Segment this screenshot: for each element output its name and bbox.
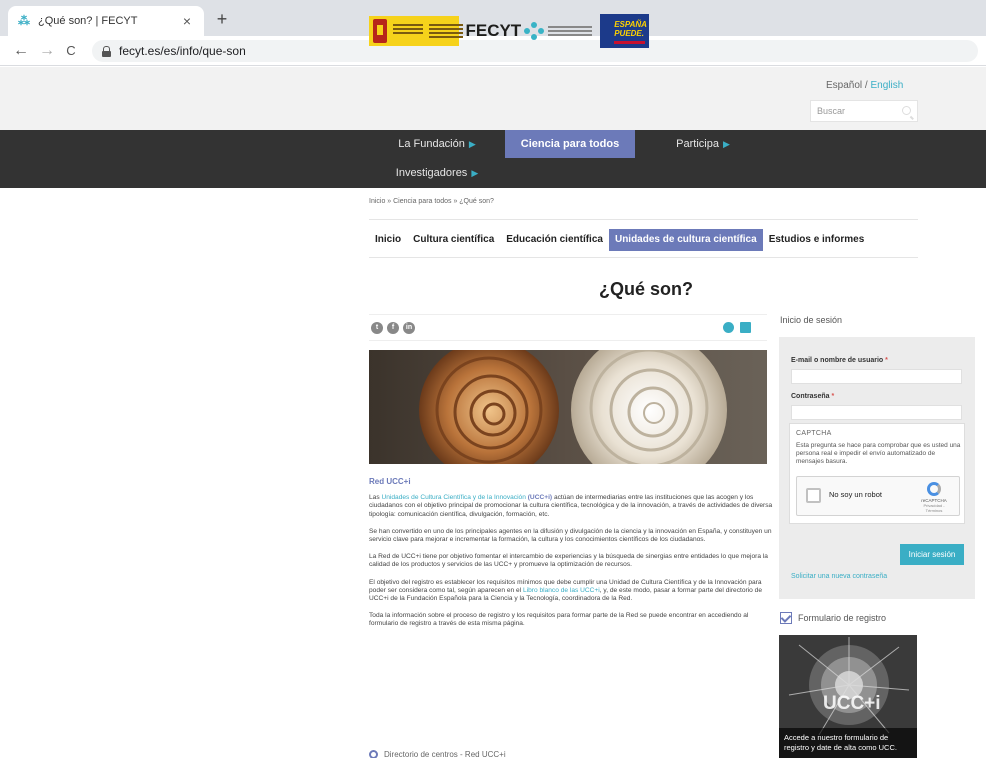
captcha-legend: CAPTCHA	[796, 430, 832, 437]
recaptcha-label: No soy un robot	[829, 490, 882, 499]
language-switcher: Español / English	[826, 80, 904, 91]
lock-icon	[102, 45, 111, 57]
username-field[interactable]	[791, 369, 962, 384]
espana-puede-logo: ESPAÑA PUEDE.	[600, 14, 649, 48]
new-tab-button[interactable]: +	[212, 10, 232, 28]
login-form: E-mail o nombre de usuario * Contraseña …	[779, 337, 975, 599]
close-tab-icon[interactable]: ×	[180, 13, 194, 29]
print-icon[interactable]	[740, 322, 751, 333]
fecyt-dots-icon	[524, 19, 545, 43]
sub-navigation: Inicio Cultura científica Educación cien…	[369, 229, 870, 251]
facebook-icon[interactable]: f	[387, 322, 399, 334]
divider	[369, 257, 918, 258]
checkbox-icon	[780, 612, 792, 624]
gobierno-logo	[369, 16, 463, 46]
subnav-estudios-informes[interactable]: Estudios e informes	[763, 229, 871, 251]
new-password-link[interactable]: Solicitar una nueva contraseña	[791, 573, 887, 580]
forward-arrow-icon[interactable]: →	[38, 42, 56, 60]
login-title: Inicio de sesión	[780, 315, 843, 325]
recaptcha-logo: reCAPTCHA Privacidad - Términos	[915, 482, 953, 513]
article-heading: Red UCC+i	[369, 477, 411, 486]
ammonite-fossils-image	[369, 350, 767, 464]
ucc-link[interactable]: Unidades de Cultura Científica y de la I…	[381, 494, 525, 501]
password-label: Contraseña *	[791, 393, 835, 400]
search-icon[interactable]	[902, 106, 911, 115]
registration-form-link[interactable]: Formulario de registro	[780, 612, 886, 624]
url-text: fecyt.es/es/info/que-son	[119, 44, 246, 58]
share-toolbar: t f in	[369, 314, 767, 341]
recaptcha-icon	[927, 482, 941, 496]
twitter-icon[interactable]: t	[371, 322, 383, 334]
chevron-right-icon: ▶	[722, 139, 730, 149]
login-button[interactable]: Iniciar sesión	[900, 544, 964, 565]
nav-item-investigadores[interactable]: Investigadores ▶	[369, 159, 505, 187]
recaptcha-widget: No soy un robot reCAPTCHA Privacidad - T…	[796, 476, 960, 516]
search-input[interactable]: Buscar	[810, 100, 918, 122]
article-paragraph: Las Unidades de Cultura Científica y de …	[369, 494, 773, 518]
nav-item-ciencia-para-todos[interactable]: Ciencia para todos	[505, 130, 635, 158]
reload-icon[interactable]: C	[62, 42, 80, 60]
browser-tab[interactable]: ⁂ ¿Qué son? | FECYT ×	[8, 6, 204, 36]
fecyt-logo: FECYT	[465, 19, 593, 43]
divider	[369, 219, 918, 220]
location-pin-icon	[369, 750, 378, 758]
chevron-right-icon: ▶	[471, 168, 479, 178]
article-paragraph: La Red de UCC+i tiene por objetivo fomen…	[369, 553, 768, 569]
promo-caption: Accede a nuestro formulario de registro …	[779, 728, 917, 758]
captcha-fieldset: CAPTCHA Esta pregunta se hace para compr…	[789, 423, 965, 524]
captcha-description: Esta pregunta se hace para comprobar que…	[796, 442, 961, 466]
article-paragraph: Se han convertido en uno de los principa…	[369, 527, 772, 544]
article-paragraph: Toda la información sobre el proceso de …	[369, 612, 749, 628]
breadcrumb[interactable]: Inicio » Ciencia para todos » ¿Qué son?	[369, 198, 494, 205]
linkedin-icon[interactable]: in	[403, 322, 415, 334]
password-field[interactable]	[791, 405, 962, 420]
chevron-right-icon: ▶	[468, 139, 476, 149]
lang-en[interactable]: English	[870, 80, 903, 91]
email-share-icon[interactable]	[723, 322, 734, 333]
recaptcha-terms-links[interactable]: Privacidad - Términos	[915, 503, 953, 513]
libro-blanco-link[interactable]: Libro blanco de las UCC+i	[523, 587, 600, 594]
nav-item-la-fundacion[interactable]: La Fundación ▶	[369, 130, 505, 158]
page-title: ¿Qué son?	[599, 279, 693, 299]
main-navigation: La Fundación ▶ Ciencia para todos Partici…	[0, 130, 986, 188]
directory-link[interactable]: Directorio de centros - Red UCC+i	[369, 750, 506, 758]
username-label: E-mail o nombre de usuario *	[791, 357, 888, 364]
recaptcha-checkbox[interactable]	[806, 488, 821, 503]
subnav-educacion-cientifica[interactable]: Educación científica	[500, 229, 609, 251]
header-logos[interactable]: FECYT ESPAÑA PUEDE.	[369, 14, 649, 48]
article-paragraph: El objetivo del registro es establecer l…	[369, 578, 762, 603]
tab-title: ¿Qué son? | FECYT	[38, 15, 138, 27]
nav-item-participa[interactable]: Participa ▶	[635, 130, 771, 158]
fecyt-favicon-icon: ⁂	[18, 14, 30, 28]
subnav-inicio[interactable]: Inicio	[369, 229, 407, 251]
subnav-unidades-cultura-cientifica[interactable]: Unidades de cultura científica	[608, 229, 763, 251]
article-body: Red UCC+i Las Unidades de Cultura Cientí…	[369, 477, 773, 638]
subnav-cultura-cientifica[interactable]: Cultura científica	[407, 229, 500, 251]
fecyt-wordmark: FECYT	[465, 21, 522, 40]
registration-promo-banner[interactable]: UCC+i Accede a nuestro formulario de reg…	[779, 635, 917, 758]
search-placeholder: Buscar	[817, 106, 846, 116]
coat-of-arms-icon	[373, 19, 387, 43]
ucc-logo: UCC+i	[823, 693, 881, 714]
lang-es[interactable]: Español	[826, 80, 862, 91]
back-arrow-icon[interactable]: ←	[12, 42, 30, 60]
